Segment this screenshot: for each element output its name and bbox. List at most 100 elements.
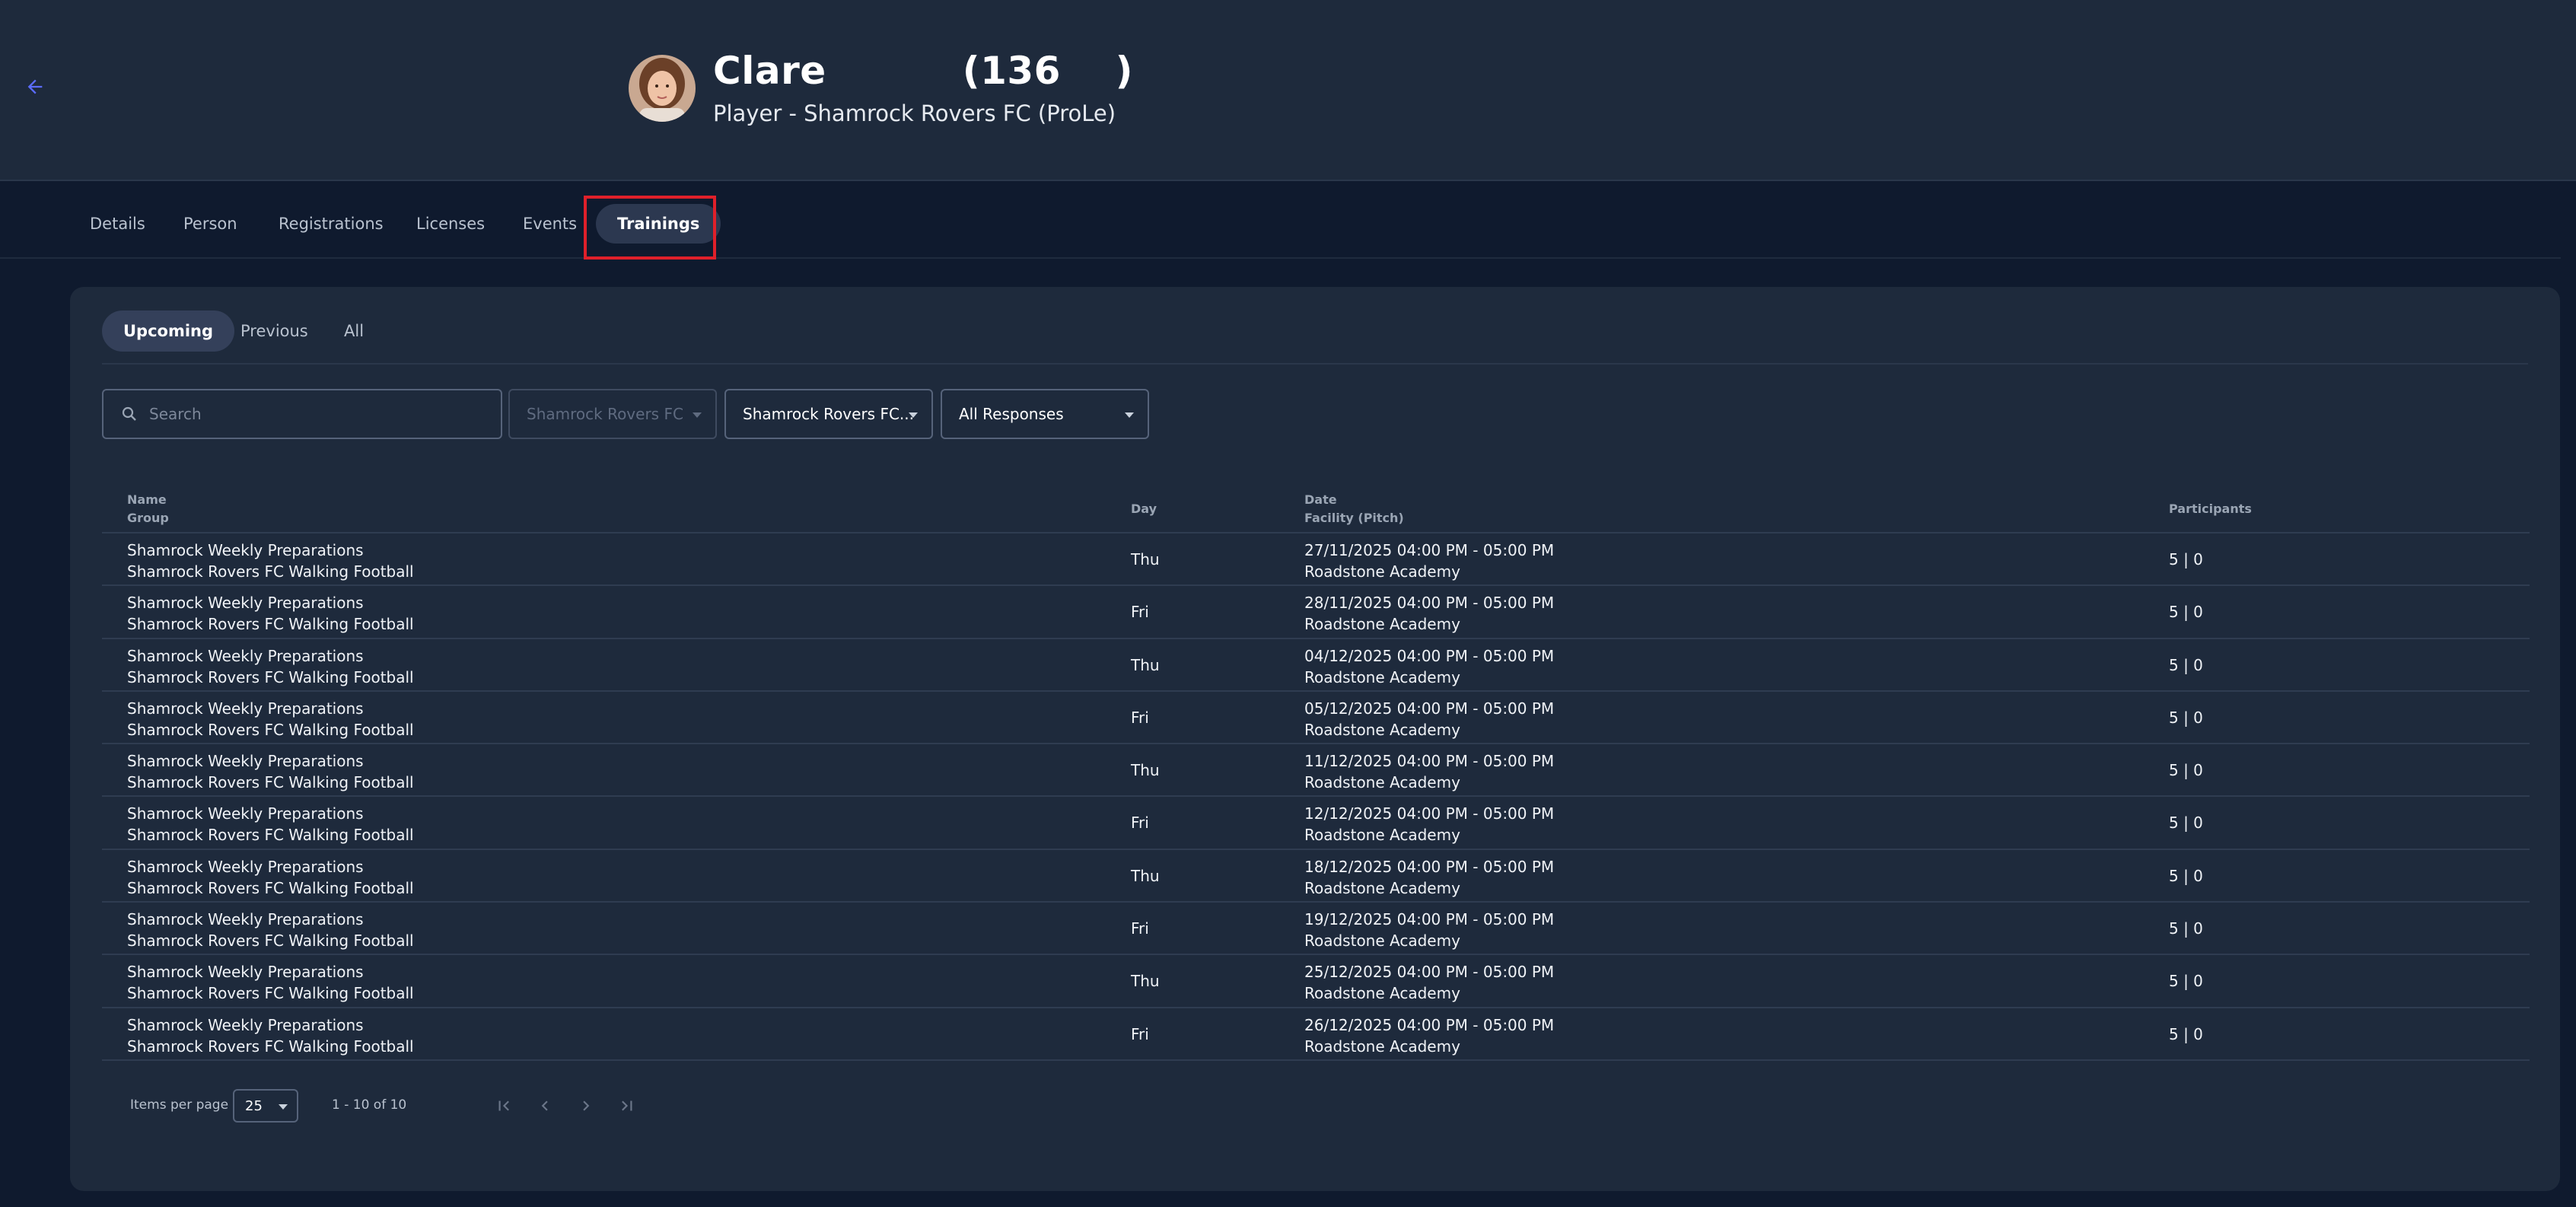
training-date: 26/12/2025 04:00 PM - 05:00 PM — [1304, 1015, 1555, 1034]
table-row[interactable]: Shamrock Weekly Preparations Shamrock Rov… — [102, 639, 2530, 692]
training-group: Shamrock Rovers FC Walking Football — [127, 1037, 414, 1056]
subtab-previous[interactable]: Previous — [219, 311, 330, 352]
table-row[interactable]: Shamrock Weekly Preparations Shamrock Rov… — [102, 955, 2530, 1008]
training-facility: Roadstone Academy — [1304, 667, 1460, 686]
cell-name-group: Shamrock Weekly Preparations Shamrock Rov… — [127, 803, 414, 846]
header-participants[interactable]: Participants — [2169, 500, 2252, 518]
cell-date-facility: 27/11/2025 04:00 PM - 05:00 PM Roadstone … — [1304, 540, 1554, 582]
cell-date-facility: 11/12/2025 04:00 PM - 05:00 PM Roadstone … — [1304, 750, 1554, 793]
main-tabs: Details Person Registrations Licenses Ev… — [0, 181, 2561, 259]
first-page-button[interactable] — [489, 1091, 519, 1121]
search-input[interactable] — [149, 405, 469, 423]
table-row[interactable]: Shamrock Weekly Preparations Shamrock Rov… — [102, 744, 2530, 798]
trainings-tab-highlight — [584, 196, 716, 260]
next-page-button[interactable] — [571, 1091, 601, 1121]
tab-person[interactable]: Person — [162, 204, 259, 244]
table-row[interactable]: Shamrock Weekly Preparations Shamrock Rov… — [102, 533, 2530, 587]
training-participants: 5 | 0 — [2169, 655, 2203, 674]
training-date: 04/12/2025 04:00 PM - 05:00 PM — [1304, 646, 1555, 665]
page-title: Clare (136 ) — [713, 49, 1133, 93]
training-date: 25/12/2025 04:00 PM - 05:00 PM — [1304, 963, 1555, 982]
arrow-left-icon — [27, 79, 43, 94]
cell-date-facility: 04/12/2025 04:00 PM - 05:00 PM Roadstone … — [1304, 645, 1554, 688]
back-button[interactable] — [21, 73, 49, 100]
header-name: Name — [127, 492, 167, 507]
training-date: 18/12/2025 04:00 PM - 05:00 PM — [1304, 857, 1555, 876]
header-date-facility[interactable]: Date Facility (Pitch) — [1304, 491, 1404, 527]
cell-name-group: Shamrock Weekly Preparations Shamrock Rov… — [127, 645, 414, 688]
training-participants: 5 | 0 — [2169, 708, 2203, 727]
header-day[interactable]: Day — [1131, 500, 1157, 518]
training-day: Fri — [1131, 708, 1149, 727]
trainings-panel: Upcoming Previous All Shamrock Rovers FC… — [70, 287, 2560, 1191]
divider — [102, 363, 2528, 365]
table-row[interactable]: Shamrock Weekly Preparations Shamrock Rov… — [102, 692, 2530, 745]
training-day: Fri — [1131, 814, 1149, 833]
training-participants: 5 | 0 — [2169, 761, 2203, 780]
search-field[interactable] — [102, 389, 502, 439]
header-name-group[interactable]: Name Group — [127, 491, 169, 527]
table-header: Name Group Day Date Facility (Pitch) Par… — [102, 480, 2530, 533]
cell-name-group: Shamrock Weekly Preparations Shamrock Rov… — [127, 750, 414, 793]
training-day: Thu — [1131, 550, 1160, 568]
table-row[interactable]: Shamrock Weekly Preparations Shamrock Rov… — [102, 797, 2530, 850]
table-row[interactable]: Shamrock Weekly Preparations Shamrock Rov… — [102, 850, 2530, 903]
page-range: 1 - 10 of 10 — [332, 1097, 407, 1113]
training-group: Shamrock Rovers FC Walking Football — [127, 773, 414, 792]
cell-name-group: Shamrock Weekly Preparations Shamrock Rov… — [127, 698, 414, 740]
training-name: Shamrock Weekly Preparations — [127, 910, 364, 929]
training-participants: 5 | 0 — [2169, 972, 2203, 991]
training-date: 27/11/2025 04:00 PM - 05:00 PM — [1304, 541, 1555, 559]
training-day: Thu — [1131, 972, 1160, 991]
chevron-down-icon — [279, 1104, 288, 1110]
training-group: Shamrock Rovers FC Walking Football — [127, 562, 414, 581]
training-group: Shamrock Rovers FC Walking Football — [127, 984, 414, 1003]
cell-name-group: Shamrock Weekly Preparations Shamrock Rov… — [127, 856, 414, 899]
cell-date-facility: 05/12/2025 04:00 PM - 05:00 PM Roadstone … — [1304, 698, 1554, 740]
table-row[interactable]: Shamrock Weekly Preparations Shamrock Rov… — [102, 903, 2530, 956]
training-group: Shamrock Rovers FC Walking Football — [127, 667, 414, 686]
chevron-right-icon — [583, 1100, 590, 1111]
training-facility: Roadstone Academy — [1304, 826, 1460, 845]
training-day: Thu — [1131, 866, 1160, 885]
player-id: (136 ) — [962, 49, 1133, 93]
club-select-value: Shamrock Rovers FC — [527, 405, 683, 423]
page-size-select[interactable]: 25 — [233, 1089, 298, 1123]
training-date: 19/12/2025 04:00 PM - 05:00 PM — [1304, 910, 1555, 929]
last-page-button[interactable] — [612, 1091, 642, 1121]
subtabs: Upcoming Previous All — [102, 311, 2528, 352]
training-date: 28/11/2025 04:00 PM - 05:00 PM — [1304, 594, 1555, 613]
training-facility: Roadstone Academy — [1304, 932, 1460, 951]
table-row[interactable]: Shamrock Weekly Preparations Shamrock Rov… — [102, 1008, 2530, 1061]
search-icon — [122, 406, 136, 421]
team-select-value: Shamrock Rovers FC... — [743, 405, 914, 423]
subtab-all[interactable]: All — [323, 311, 385, 352]
items-per-page-label: Items per page — [130, 1097, 229, 1113]
tab-registrations[interactable]: Registrations — [257, 204, 405, 244]
table-row[interactable]: Shamrock Weekly Preparations Shamrock Rov… — [102, 586, 2530, 639]
player-subtitle: Player - Shamrock Rovers FC (ProLe) — [713, 100, 1116, 126]
training-name: Shamrock Weekly Preparations — [127, 752, 364, 771]
team-select[interactable]: Shamrock Rovers FC... — [724, 389, 933, 439]
training-name: Shamrock Weekly Preparations — [127, 646, 364, 665]
training-group: Shamrock Rovers FC Walking Football — [127, 932, 414, 951]
avatar — [629, 55, 696, 122]
responses-select[interactable]: All Responses — [941, 389, 1149, 439]
cell-date-facility: 28/11/2025 04:00 PM - 05:00 PM Roadstone … — [1304, 592, 1554, 635]
tab-licenses[interactable]: Licenses — [395, 204, 506, 244]
training-group: Shamrock Rovers FC Walking Football — [127, 615, 414, 634]
training-date: 11/12/2025 04:00 PM - 05:00 PM — [1304, 752, 1555, 771]
cell-date-facility: 26/12/2025 04:00 PM - 05:00 PM Roadstone … — [1304, 1014, 1554, 1057]
subtab-upcoming[interactable]: Upcoming — [102, 311, 235, 352]
first-page-icon — [498, 1100, 509, 1111]
prev-page-button[interactable] — [530, 1091, 560, 1121]
training-participants: 5 | 0 — [2169, 1024, 2203, 1043]
training-participants: 5 | 0 — [2169, 603, 2203, 622]
training-date: 05/12/2025 04:00 PM - 05:00 PM — [1304, 699, 1555, 718]
club-select: Shamrock Rovers FC — [508, 389, 717, 439]
tab-details[interactable]: Details — [68, 204, 167, 244]
training-day: Thu — [1131, 655, 1160, 674]
table-body: Shamrock Weekly Preparations Shamrock Rov… — [102, 533, 2530, 1061]
chevron-down-icon — [909, 412, 918, 418]
cell-date-facility: 12/12/2025 04:00 PM - 05:00 PM Roadstone … — [1304, 803, 1554, 846]
